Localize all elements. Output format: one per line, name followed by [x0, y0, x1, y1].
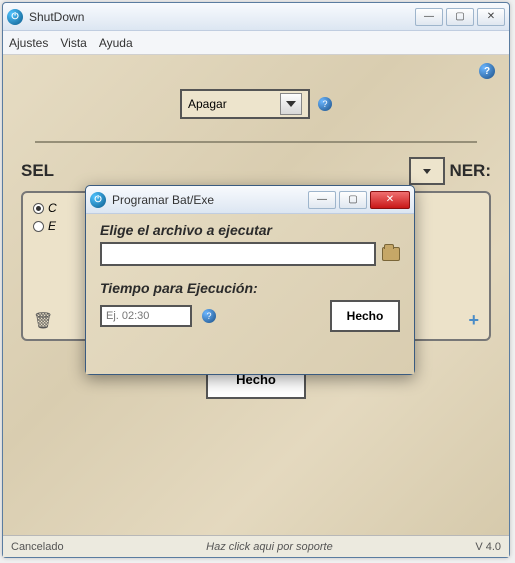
dialog-maximize-button[interactable]: ▢ — [339, 191, 367, 209]
folder-icon[interactable] — [382, 247, 400, 261]
help-action-icon[interactable]: ? — [318, 97, 332, 111]
option-combo[interactable] — [409, 157, 445, 185]
help-time-icon[interactable]: ? — [202, 309, 216, 323]
file-input[interactable] — [100, 242, 376, 266]
action-combo[interactable]: Apagar — [180, 89, 310, 119]
dialog-title: Programar Bat/Exe — [112, 193, 214, 207]
menu-help[interactable]: Ayuda — [99, 36, 133, 50]
minimize-button[interactable]: — — [415, 8, 443, 26]
radio-2[interactable] — [33, 221, 44, 232]
dialog-body: Elige el archivo a ejecutar Tiempo para … — [86, 214, 414, 374]
main-window: ⏻ ShutDown — ▢ ✕ Ajustes Vista Ayuda ? A… — [2, 2, 510, 558]
radio-2-label: E — [48, 219, 56, 233]
add-icon[interactable]: + — [468, 310, 479, 331]
close-button[interactable]: ✕ — [477, 8, 505, 26]
app-icon: ⏻ — [7, 9, 23, 25]
dialog-done-button[interactable]: Hecho — [330, 300, 400, 332]
statusbar: Cancelado Haz click aqui por soporte V 4… — [3, 535, 509, 557]
radio-1-label: C — [48, 201, 57, 215]
main-title: ShutDown — [29, 10, 84, 24]
status-version: V 4.0 — [475, 541, 501, 553]
trash-icon[interactable]: 🗑 — [33, 311, 53, 331]
select-label-right: NER: — [449, 161, 491, 181]
main-content: ? Apagar ? SEL NER: C E — [3, 55, 509, 535]
program-dialog: ⏻ Programar Bat/Exe — ▢ ✕ Elige el archi… — [85, 185, 415, 375]
radio-1[interactable] — [33, 203, 44, 214]
action-combo-value: Apagar — [188, 97, 227, 111]
chevron-down-icon[interactable] — [280, 93, 302, 115]
menu-view[interactable]: Vista — [60, 36, 86, 50]
app-icon: ⏻ — [90, 192, 106, 208]
select-label-left: SEL — [21, 161, 54, 181]
status-support-link[interactable]: Haz click aqui por soporte — [64, 541, 476, 553]
file-label: Elige el archivo a ejecutar — [100, 222, 400, 238]
main-titlebar[interactable]: ⏻ ShutDown — ▢ ✕ — [3, 3, 509, 31]
dialog-minimize-button[interactable]: — — [308, 191, 336, 209]
chevron-down-icon — [411, 159, 443, 183]
time-input[interactable] — [100, 305, 192, 327]
menubar: Ajustes Vista Ayuda — [3, 31, 509, 55]
dialog-close-button[interactable]: ✕ — [370, 191, 410, 209]
time-label: Tiempo para Ejecución: — [100, 280, 400, 296]
menu-settings[interactable]: Ajustes — [9, 36, 48, 50]
status-left: Cancelado — [11, 541, 64, 553]
maximize-button[interactable]: ▢ — [446, 8, 474, 26]
help-icon[interactable]: ? — [479, 63, 495, 79]
divider — [35, 141, 477, 143]
dialog-titlebar[interactable]: ⏻ Programar Bat/Exe — ▢ ✕ — [86, 186, 414, 214]
